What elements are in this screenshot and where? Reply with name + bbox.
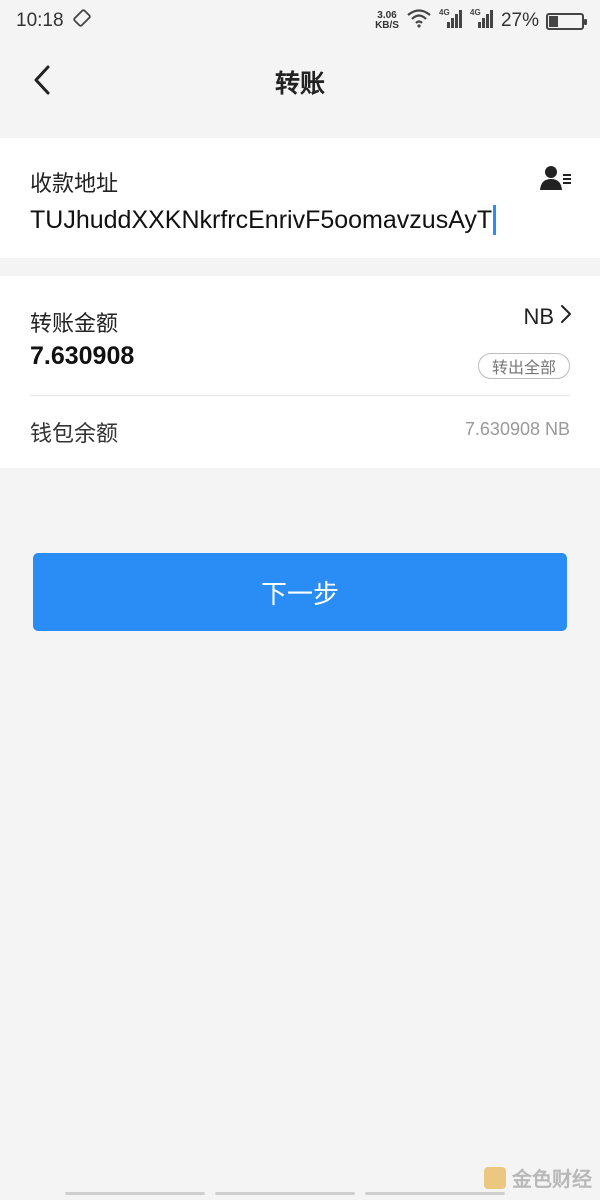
wifi-icon bbox=[406, 8, 432, 34]
contacts-button[interactable] bbox=[540, 164, 572, 192]
status-right: 3.06 KB/S 4G 4G 27% bbox=[375, 7, 587, 35]
wallet-balance-label: 钱包余额 bbox=[30, 421, 119, 446]
status-left: 10:18 bbox=[16, 8, 92, 34]
transfer-amount-card: 转账金额 NB 7.630908 转出全部 钱包余额 7.630908 NB bbox=[0, 276, 600, 468]
network-speed: 3.06 KB/S bbox=[375, 11, 399, 31]
page-title: 转账 bbox=[274, 70, 325, 98]
gesture-line bbox=[215, 1192, 355, 1195]
text-caret bbox=[493, 205, 497, 235]
currency-selector[interactable]: NB bbox=[523, 304, 572, 330]
network-speed-unit: KB/S bbox=[375, 20, 399, 31]
next-step-button[interactable]: 下一步 bbox=[33, 553, 567, 631]
signal-icon-sim2: 4G bbox=[470, 7, 494, 35]
divider bbox=[30, 395, 570, 396]
currency-label: NB bbox=[523, 304, 554, 329]
watermark-logo bbox=[484, 1166, 506, 1189]
auto-rotate-icon bbox=[72, 8, 92, 34]
watermark-text: 金色财经 bbox=[512, 1169, 592, 1191]
nav-bar: 转账 bbox=[0, 42, 600, 122]
recipient-address-value: TUJhuddXXKNkrfrcEnrivF5oomavzusAyT bbox=[30, 205, 493, 234]
battery-percent: 27% bbox=[500, 10, 539, 31]
amount-input[interactable]: 7.630908 bbox=[30, 342, 134, 371]
wallet-balance-value: 7.630908 NB bbox=[464, 419, 570, 439]
recipient-address-input[interactable]: TUJhuddXXKNkrfrcEnrivF5oomavzusAyT bbox=[30, 200, 570, 240]
status-bar: 10:18 3.06 KB/S 4G 4G 27% bbox=[0, 0, 600, 42]
watermark: 金色财经 bbox=[484, 1163, 592, 1192]
back-button[interactable] bbox=[24, 64, 60, 100]
address-book-icon bbox=[540, 166, 572, 196]
address-label: 收款地址 bbox=[30, 171, 119, 196]
gesture-line bbox=[65, 1192, 205, 1195]
gesture-bar bbox=[65, 1192, 505, 1195]
battery-icon bbox=[546, 12, 587, 30]
chevron-left-icon bbox=[31, 64, 53, 101]
svg-text:4G: 4G bbox=[439, 8, 450, 17]
battery-fill bbox=[549, 15, 558, 27]
chevron-right-icon bbox=[560, 304, 572, 330]
recipient-address-card: 收款地址 TUJhuddXXKNkrfrcEnrivF5oomavzusAyT bbox=[0, 138, 600, 258]
svg-text:4G: 4G bbox=[470, 8, 481, 17]
status-time: 10:18 bbox=[16, 10, 64, 31]
signal-icon-sim1: 4G bbox=[439, 7, 463, 35]
gesture-line bbox=[365, 1192, 505, 1195]
transfer-all-button[interactable]: 转出全部 bbox=[477, 353, 570, 379]
transfer-screen: 10:18 3.06 KB/S 4G 4G 27% 转账 收款地址 TUJhud… bbox=[0, 0, 600, 1200]
amount-label: 转账金额 bbox=[30, 311, 119, 336]
